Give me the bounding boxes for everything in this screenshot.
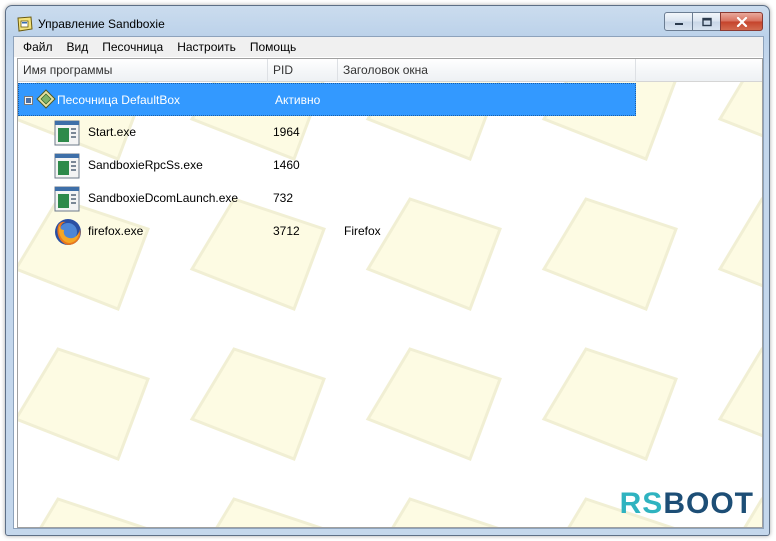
app-window-icon [54,153,80,179]
process-pid: 3712 [273,224,300,238]
process-name: SandboxieRpcSs.exe [88,158,203,172]
column-header-pid[interactable]: PID [268,59,338,82]
app-window-icon [54,186,80,212]
menu-help[interactable]: Помощь [244,38,304,56]
process-pid: 1460 [273,158,300,172]
sandbox-name: Песочница DefaultBox [57,93,181,107]
firefox-icon [55,219,81,245]
minimize-icon [674,22,683,25]
process-name: Start.exe [88,125,137,139]
process-name: SandboxieDcomLaunch.exe [88,191,239,205]
menu-file[interactable]: Файл [17,38,61,56]
collapse-box-icon[interactable] [24,96,33,105]
sandbox-row-defaultbox[interactable]: Песочница DefaultBox Активно [18,83,636,116]
process-name: firefox.exe [88,224,144,238]
menu-sandbox[interactable]: Песочница [96,38,171,56]
process-list[interactable]: Имя программы PID Заголовок окна Песочни… [17,58,763,528]
sandboxie-window: Управление Sandboxie Файл Вид Песочница … [5,5,770,536]
process-pid: 1964 [273,125,300,139]
process-row[interactable]: firefox.exe 3712 Firefox [18,215,636,248]
close-icon [736,16,747,27]
rsboot-watermark: RSBOOT [620,487,754,521]
sandbox-icon [36,89,56,109]
sandboxie-app-icon [17,16,33,32]
process-row[interactable]: Start.exe 1964 [18,116,636,149]
process-row[interactable]: SandboxieDcomLaunch.exe 732 [18,182,636,215]
window-controls [664,12,763,32]
process-pid: 732 [273,191,294,205]
watermark-rs: RS [619,487,664,520]
title-bar[interactable]: Управление Sandboxie [6,6,769,36]
sandbox-status: Активно [275,93,321,107]
list-header: Имя программы PID Заголовок окна [18,59,762,82]
menu-view[interactable]: Вид [61,38,97,56]
maximize-button[interactable] [692,12,721,31]
window-title: Управление Sandboxie [38,17,165,31]
app-window-icon [54,120,80,146]
close-button[interactable] [720,12,763,31]
maximize-icon [701,17,712,26]
menu-configure[interactable]: Настроить [171,38,244,56]
minimize-button[interactable] [664,12,693,31]
process-row[interactable]: SandboxieRpcSs.exe 1460 [18,149,636,182]
column-header-window-title[interactable]: Заголовок окна [338,59,636,82]
menu-bar: Файл Вид Песочница Настроить Помощь [14,37,763,57]
watermark-boot: BOOT [663,487,754,520]
client-area: Файл Вид Песочница Настроить Помощь Имя … [13,36,764,529]
process-window-title: Firefox [344,224,381,238]
column-header-name[interactable]: Имя программы [18,59,268,82]
